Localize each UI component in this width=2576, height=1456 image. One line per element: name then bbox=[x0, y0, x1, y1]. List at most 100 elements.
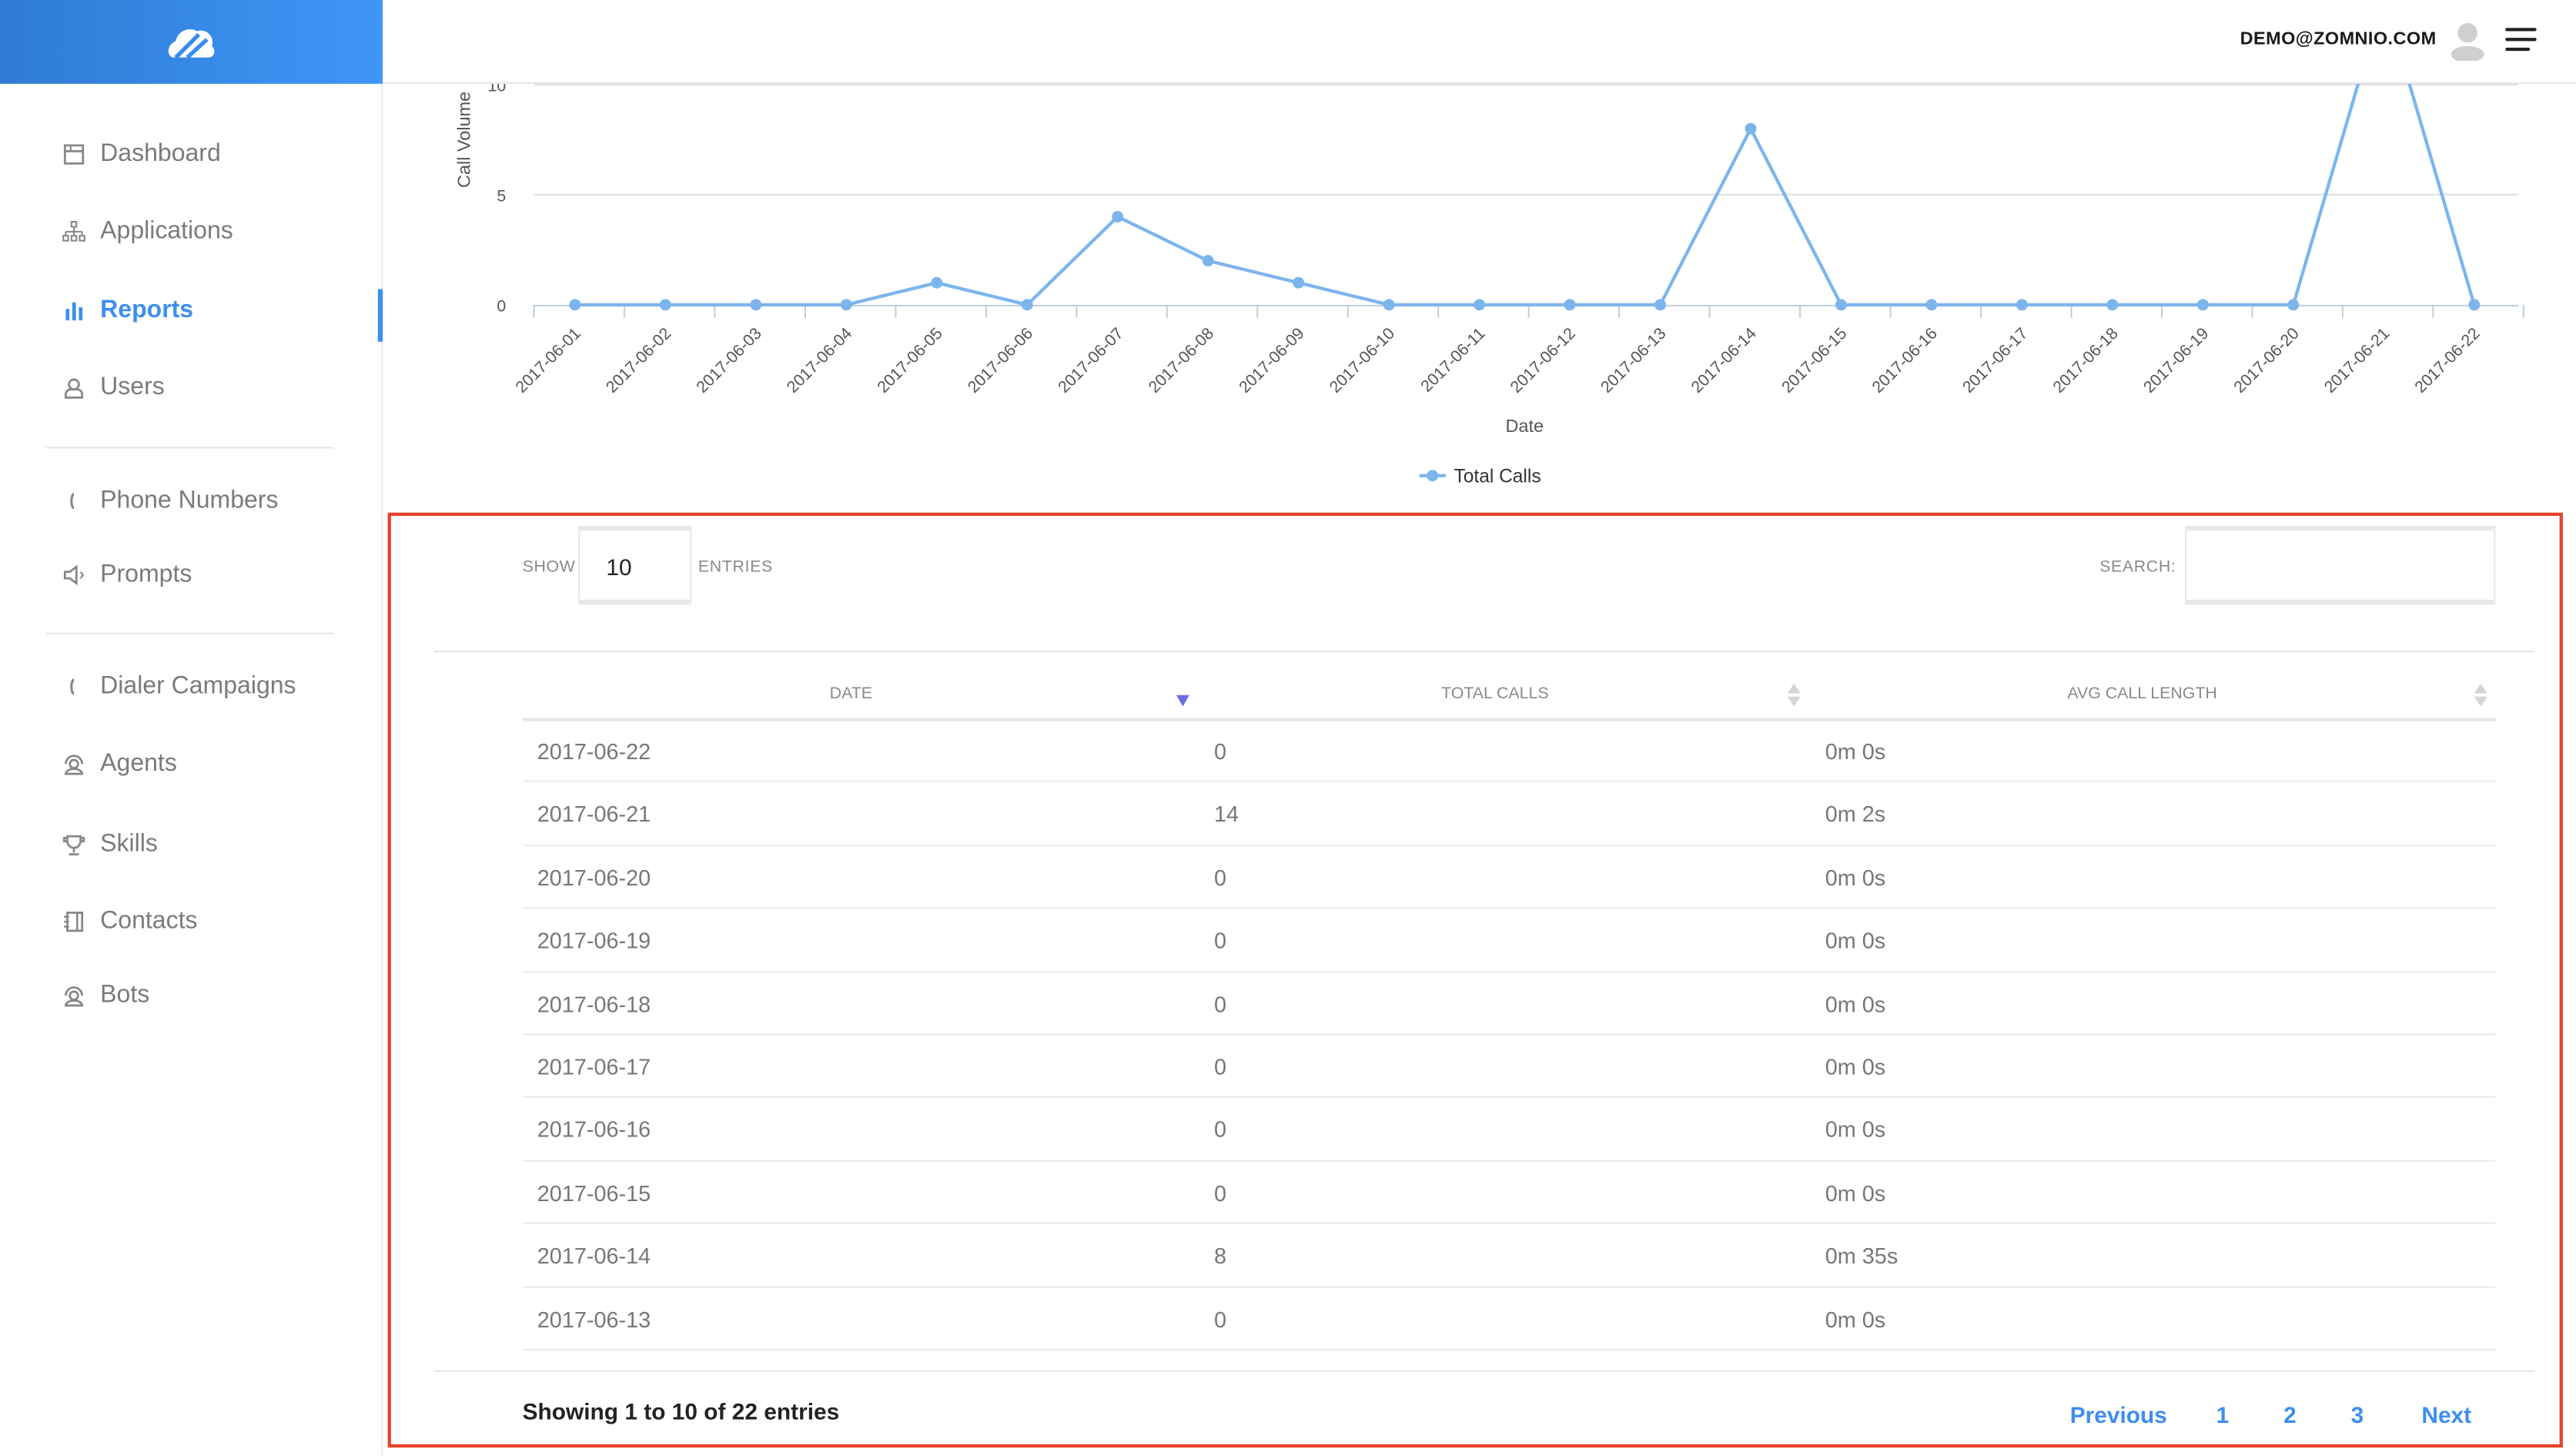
cell-total-calls: 0 bbox=[1213, 1117, 1226, 1143]
sidebar-item-label: Users bbox=[100, 373, 165, 401]
logo[interactable] bbox=[0, 0, 383, 84]
user-icon bbox=[62, 376, 85, 399]
cell-avg-call-length: 0m 0s bbox=[1825, 1180, 1886, 1206]
data-point bbox=[2016, 299, 2028, 311]
sitemap-icon bbox=[62, 219, 85, 243]
table-row: 2017-06-19 0 0m 0s bbox=[522, 909, 2496, 972]
sidebar-item-dialer-campaigns[interactable]: Dialer Campaigns bbox=[62, 672, 296, 700]
table-row: 2017-06-22 0 0m 0s bbox=[522, 720, 2496, 783]
x-axis-title: Date bbox=[1505, 416, 1544, 436]
sidebar-item-bots[interactable]: Bots bbox=[62, 981, 149, 1009]
entries-value: 10 bbox=[606, 554, 632, 581]
search-input[interactable] bbox=[2185, 525, 2496, 605]
cell-total-calls: 0 bbox=[1213, 865, 1226, 891]
address-book-icon bbox=[62, 909, 85, 932]
sidebar-item-label: Agents bbox=[100, 749, 177, 778]
data-point bbox=[1745, 122, 1757, 135]
user-email[interactable]: DEMO@ZOMNIO.COM bbox=[2240, 29, 2437, 49]
app: DEMO@ZOMNIO.COM Dashboard Applications Rep… bbox=[0, 0, 2576, 1456]
x-tick-label: 2017-06-10 bbox=[1326, 324, 1398, 397]
sidebar-item-applications[interactable]: Applications bbox=[62, 217, 233, 245]
column-header-total-calls[interactable]: TOTAL CALLS bbox=[1441, 685, 1549, 703]
x-tick-label: 2017-06-13 bbox=[1597, 324, 1669, 397]
entries-select[interactable]: 10 bbox=[578, 525, 692, 605]
pagination-next[interactable]: Next bbox=[2421, 1401, 2471, 1428]
sidebar-item-label: Dashboard bbox=[100, 139, 221, 168]
top-header: DEMO@ZOMNIO.COM bbox=[383, 0, 2576, 84]
data-point bbox=[659, 299, 671, 311]
x-tick-label: 2017-06-09 bbox=[1236, 324, 1308, 397]
table-row: 2017-06-20 0 0m 0s bbox=[522, 846, 2496, 909]
hamburger-menu-icon[interactable] bbox=[2505, 26, 2537, 52]
bar-chart-icon bbox=[62, 298, 85, 321]
data-point bbox=[2196, 299, 2209, 311]
cell-date: 2017-06-14 bbox=[537, 1243, 651, 1269]
sidebar-item-phone-numbers[interactable]: Phone Numbers bbox=[62, 487, 278, 514]
data-point bbox=[1925, 299, 1938, 311]
cell-total-calls: 0 bbox=[1213, 739, 1226, 765]
legend-marker bbox=[1427, 470, 1439, 482]
sort-both-icon[interactable] bbox=[2474, 683, 2487, 707]
x-tick-label: 2017-06-21 bbox=[2320, 324, 2393, 397]
cell-total-calls: 0 bbox=[1213, 1054, 1226, 1079]
cell-date: 2017-06-20 bbox=[537, 865, 651, 891]
column-header-avg-call-length[interactable]: AVG CALL LENGTH bbox=[2067, 685, 2216, 703]
sidebar-item-skills[interactable]: Skills bbox=[62, 830, 158, 858]
x-tick-label: 2017-06-11 bbox=[1417, 324, 1489, 396]
data-point bbox=[1112, 210, 1124, 223]
x-tick-label: 2017-06-18 bbox=[2049, 324, 2122, 397]
cell-avg-call-length: 0m 0s bbox=[1825, 865, 1886, 891]
phone-icon bbox=[62, 489, 85, 512]
table-row: 2017-06-21 14 0m 2s bbox=[522, 783, 2496, 846]
table-row: 2017-06-15 0 0m 0s bbox=[522, 1161, 2496, 1225]
dashboard-icon bbox=[62, 142, 85, 166]
x-tick-label: 2017-06-02 bbox=[602, 324, 674, 397]
cell-date: 2017-06-17 bbox=[537, 1054, 651, 1079]
pagination-page-2[interactable]: 2 bbox=[2283, 1401, 2297, 1428]
cell-total-calls: 0 bbox=[1213, 992, 1226, 1017]
sort-both-icon[interactable] bbox=[1787, 683, 1801, 707]
sidebar-item-label: Contacts bbox=[100, 906, 198, 936]
sidebar-item-label: Skills bbox=[100, 829, 158, 858]
cell-total-calls: 14 bbox=[1213, 802, 1239, 828]
cell-date: 2017-06-15 bbox=[537, 1180, 651, 1206]
table-row: 2017-06-17 0 0m 0s bbox=[522, 1035, 2496, 1099]
cell-date: 2017-06-13 bbox=[537, 1307, 651, 1332]
x-tick-label: 2017-06-05 bbox=[874, 324, 946, 397]
data-point bbox=[1383, 299, 1395, 311]
x-tick-label: 2017-06-01 bbox=[512, 324, 584, 397]
data-point bbox=[1293, 276, 1305, 289]
data-point bbox=[1021, 299, 1033, 311]
cell-date: 2017-06-18 bbox=[537, 992, 651, 1017]
sidebar-item-reports[interactable]: Reports bbox=[62, 296, 193, 323]
sidebar-item-label: Phone Numbers bbox=[100, 486, 279, 514]
data-point bbox=[569, 299, 581, 311]
sidebar-item-label: Reports bbox=[100, 296, 194, 324]
column-header-date[interactable]: DATE bbox=[830, 685, 872, 703]
avatar-icon[interactable] bbox=[2450, 22, 2486, 61]
sidebar-item-label: Bots bbox=[100, 980, 150, 1009]
sort-desc-icon[interactable] bbox=[1176, 695, 1189, 708]
cell-date: 2017-06-22 bbox=[537, 739, 651, 765]
x-tick-label: 2017-06-19 bbox=[2139, 324, 2212, 397]
pagination-page-1[interactable]: 1 bbox=[2216, 1401, 2230, 1428]
pagination-page-3[interactable]: 3 bbox=[2351, 1401, 2364, 1428]
cell-avg-call-length: 0m 2s bbox=[1825, 802, 1886, 828]
sidebar-item-contacts[interactable]: Contacts bbox=[62, 906, 198, 936]
sidebar-item-agents[interactable]: Agents bbox=[62, 749, 177, 777]
sidebar-divider bbox=[45, 447, 334, 449]
cell-avg-call-length: 0m 0s bbox=[1825, 1307, 1886, 1332]
cell-avg-call-length: 0m 0s bbox=[1825, 992, 1886, 1017]
trophy-icon bbox=[62, 832, 85, 855]
pagination-previous[interactable]: Previous bbox=[2070, 1401, 2167, 1428]
cell-avg-call-length: 0m 0s bbox=[1825, 1054, 1886, 1079]
x-tick-label: 2017-06-16 bbox=[1868, 324, 1941, 397]
search-label: SEARCH: bbox=[2099, 558, 2176, 577]
sidebar-item-dashboard[interactable]: Dashboard bbox=[62, 139, 221, 168]
x-tick-label: 2017-06-06 bbox=[964, 324, 1036, 397]
sidebar-item-users[interactable]: Users bbox=[62, 373, 165, 401]
sidebar-item-label: Applications bbox=[100, 216, 233, 245]
x-tick-label: 2017-06-15 bbox=[1778, 324, 1850, 397]
cell-avg-call-length: 0m 0s bbox=[1825, 739, 1886, 765]
sidebar-item-prompts[interactable]: Prompts bbox=[62, 561, 192, 588]
